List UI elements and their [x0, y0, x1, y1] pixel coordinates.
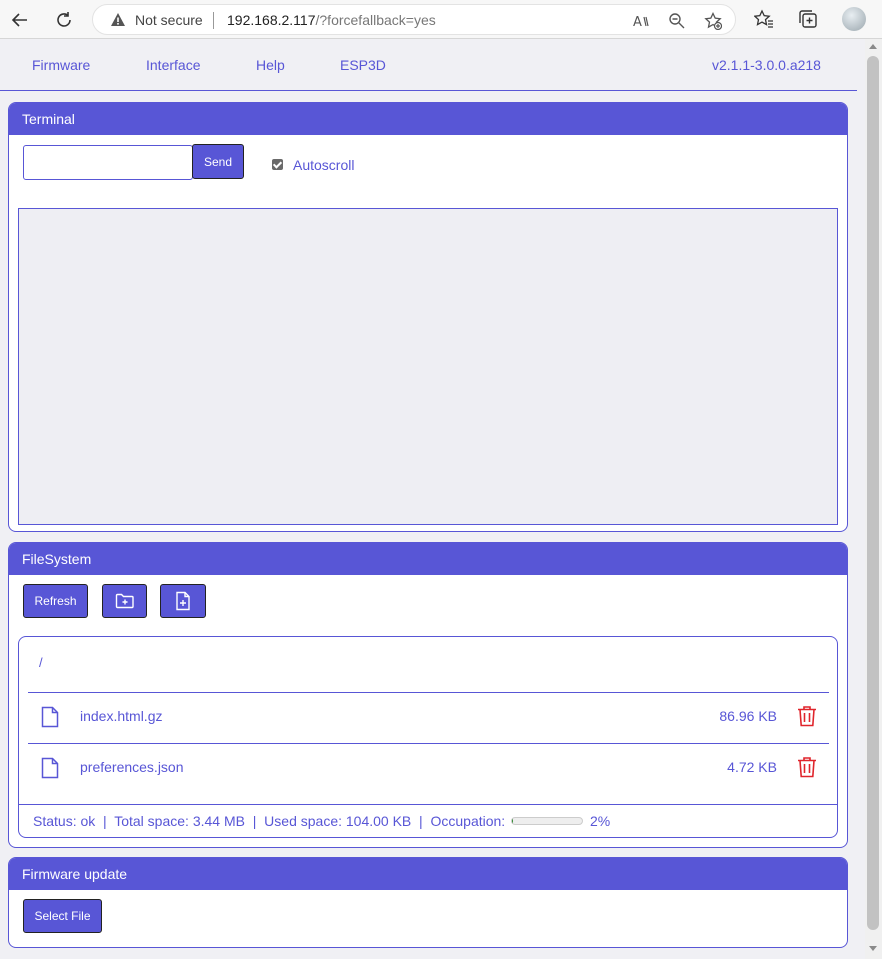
address-separator	[213, 12, 214, 29]
folder-plus-icon	[115, 593, 134, 609]
select-file-button[interactable]: Select File	[23, 899, 102, 933]
refresh-icon[interactable]	[51, 7, 77, 33]
version-label: v2.1.1-3.0.0.a218	[712, 57, 821, 73]
occupation-progress-bar	[511, 817, 584, 826]
security-label: Not secure	[135, 12, 203, 28]
add-favorite-icon[interactable]	[704, 12, 722, 30]
total-space-text: Total space: 3.44 MB	[114, 813, 245, 829]
warning-icon	[111, 13, 125, 26]
svg-text:A: A	[633, 15, 642, 30]
page: Firmware Interface Help ESP3D v2.1.1-3.0…	[0, 39, 865, 959]
file-name[interactable]: preferences.json	[80, 759, 184, 775]
occupation-label: Occupation:	[430, 813, 506, 829]
scrollbar-thumb[interactable]	[867, 56, 879, 930]
url-path: /?forcefallback=yes	[315, 12, 436, 28]
zoom-icon[interactable]	[668, 12, 686, 30]
profile-avatar[interactable]	[842, 7, 866, 31]
file-icon	[41, 706, 59, 728]
refresh-button[interactable]: Refresh	[23, 584, 88, 618]
browser-toolbar: Not secure 192.168.2.117/?forcefallback=…	[0, 0, 882, 39]
back-arrow-icon[interactable]	[7, 7, 33, 33]
read-aloud-icon[interactable]: A	[632, 12, 650, 30]
nav-esp3d[interactable]: ESP3D	[340, 57, 386, 73]
nav-firmware[interactable]: Firmware	[32, 57, 90, 73]
status-separator: |	[248, 813, 261, 829]
file-icon	[41, 757, 59, 779]
scroll-up-arrow-icon[interactable]	[868, 42, 878, 52]
occupation-progress-fill	[512, 818, 514, 825]
filesystem-panel: FileSystem Refresh / index.html.gz 86.96…	[8, 542, 848, 848]
create-directory-button[interactable]	[102, 584, 147, 618]
autoscroll-checkbox[interactable]	[272, 159, 283, 170]
current-path[interactable]: /	[39, 655, 43, 670]
command-input[interactable]	[23, 145, 193, 180]
nav-help[interactable]: Help	[256, 57, 285, 73]
occupation-percent: 2%	[589, 813, 611, 829]
status-separator: |	[99, 813, 111, 829]
url-text[interactable]: 192.168.2.117/?forcefallback=yes	[227, 12, 436, 28]
top-navigation: Firmware Interface Help ESP3D v2.1.1-3.0…	[0, 39, 857, 91]
scroll-down-arrow-icon[interactable]	[868, 943, 878, 953]
url-host: 192.168.2.117	[227, 12, 316, 28]
terminal-output[interactable]	[18, 208, 838, 525]
trash-icon[interactable]	[797, 705, 817, 727]
nav-interface[interactable]: Interface	[146, 57, 200, 73]
file-row[interactable]: index.html.gz 86.96 KB	[28, 692, 829, 744]
collections-icon[interactable]	[798, 9, 818, 29]
upload-file-button[interactable]	[160, 584, 206, 618]
filesystem-status-bar: Status: ok | Total space: 3.44 MB | Used…	[19, 804, 837, 837]
file-plus-icon	[176, 591, 190, 611]
file-list: / index.html.gz 86.96 KB preferences.jso…	[18, 636, 838, 838]
status-separator: |	[415, 813, 427, 829]
file-size: 4.72 KB	[727, 759, 777, 775]
trash-icon[interactable]	[797, 756, 817, 778]
firmware-update-title: Firmware update	[9, 858, 847, 890]
terminal-panel: Terminal Send Autoscroll	[8, 102, 848, 532]
autoscroll-label[interactable]: Autoscroll	[293, 157, 354, 173]
file-row[interactable]: preferences.json 4.72 KB	[28, 743, 829, 795]
status-text: Status: ok	[33, 813, 96, 829]
filesystem-title: FileSystem	[9, 543, 847, 575]
file-name[interactable]: index.html.gz	[80, 708, 162, 724]
terminal-title: Terminal	[9, 103, 847, 135]
file-size: 86.96 KB	[719, 708, 777, 724]
send-button[interactable]: Send	[192, 144, 244, 179]
used-space-text: Used space: 104.00 KB	[264, 813, 412, 829]
firmware-update-panel: Firmware update Select File	[8, 857, 848, 948]
address-bar[interactable]: Not secure 192.168.2.117/?forcefallback=…	[92, 4, 736, 35]
favorites-icon[interactable]	[754, 9, 774, 29]
